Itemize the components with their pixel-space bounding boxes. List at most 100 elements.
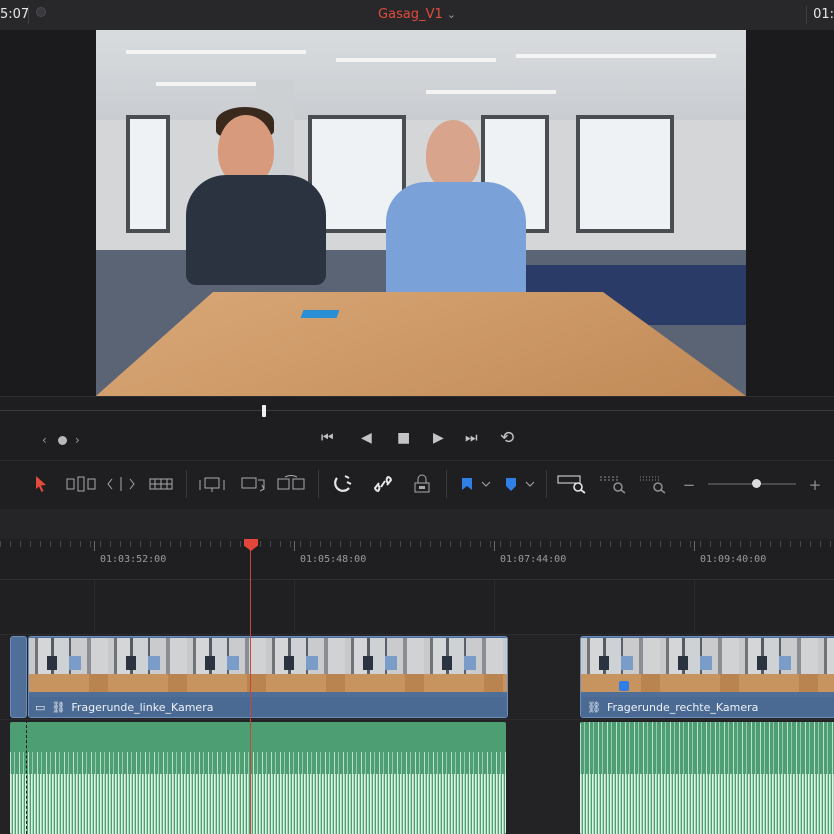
clip-label-bar: ▭ ⛓ Fragerunde_linke_Kamera: [29, 697, 507, 717]
zoom-full-glyph: [557, 475, 586, 494]
divider: [446, 470, 447, 498]
video-clip[interactable]: ⛓ Fragerunde_rechte_Kamera: [580, 636, 834, 718]
head: [426, 120, 480, 190]
selection-arrow-icon[interactable]: [30, 472, 52, 496]
timeline-header: [0, 509, 834, 539]
person-right: [376, 120, 526, 320]
scrubber-track[interactable]: [0, 410, 834, 411]
overwrite-clip-icon[interactable]: [240, 472, 266, 496]
ruler-major-tick: [494, 541, 495, 551]
linked-selection-icon[interactable]: [370, 472, 396, 496]
scene-card: [300, 310, 340, 318]
scene-light: [336, 58, 496, 62]
scene-window: [126, 115, 170, 233]
zoom-out-icon[interactable]: −: [682, 473, 696, 497]
stop-button[interactable]: ■: [397, 430, 410, 446]
scene-window: [576, 115, 674, 233]
video-clip-stub[interactable]: [10, 636, 27, 718]
ruler-major-tick: [294, 541, 295, 551]
audio-clip[interactable]: [580, 722, 834, 834]
jump-to-start-button[interactable]: ⏮: [321, 430, 334, 446]
trim-tool-icon[interactable]: [66, 472, 96, 496]
chevron-right-icon[interactable]: ›: [75, 433, 80, 447]
replace-glyph: [277, 475, 305, 490]
scene-light: [426, 90, 556, 94]
zoom-detail-glyph: [600, 476, 626, 494]
zoom-custom-icon[interactable]: [638, 472, 670, 496]
jump-to-end-button[interactable]: ⏭: [465, 430, 478, 446]
zoom-slider-handle[interactable]: [751, 479, 761, 488]
playhead-line[interactable]: [250, 548, 251, 834]
zoom-full-icon[interactable]: [556, 472, 588, 496]
transport-controls: [0, 424, 834, 460]
edit-point-line: [26, 720, 28, 834]
grid-line: [494, 580, 495, 632]
flag-glyph: [462, 478, 491, 490]
position-lock-icon[interactable]: [410, 472, 434, 496]
link-icon: ⛓: [587, 700, 601, 714]
zoom-custom-glyph: [640, 476, 666, 494]
clip-thumbnails: [29, 638, 507, 692]
blade-glyph: [149, 478, 173, 490]
scrubber-handle[interactable]: [262, 405, 266, 417]
arrow-glyph: [36, 476, 46, 492]
dynamic-trim-icon[interactable]: [106, 472, 136, 496]
scene-ceiling: [96, 30, 746, 120]
ruler-major-tick: [694, 541, 695, 551]
scene-light: [126, 50, 306, 54]
trim-glyph: [66, 476, 96, 492]
scene-light: [516, 54, 716, 58]
flag-icon[interactable]: [458, 472, 492, 496]
snapping-magnet-icon[interactable]: [330, 472, 356, 496]
audio-waveform-lower: [10, 774, 506, 834]
reverse-play-button[interactable]: ◀: [361, 430, 372, 446]
timecode-right: 01:: [813, 7, 834, 22]
ruler-timecode: 01:07:44:00: [500, 554, 567, 565]
loop-button[interactable]: ⟲: [500, 428, 514, 448]
clip-name: Fragerunde_rechte_Kamera: [606, 700, 759, 714]
ruler-major-tick: [94, 541, 95, 551]
chevron-left-icon[interactable]: ‹: [42, 433, 47, 447]
grid-line: [694, 580, 695, 632]
grid-line: [94, 580, 95, 632]
link-glyph: [373, 475, 393, 493]
clip-marker-icon[interactable]: [619, 681, 629, 691]
audio-clip[interactable]: [10, 722, 506, 834]
clip-name: Fragerunde_linke_Kamera: [71, 700, 214, 714]
clip-type-icon: ▭: [35, 700, 46, 714]
clip-label-bar: ⛓ Fragerunde_rechte_Kamera: [581, 697, 834, 717]
zoom-in-icon[interactable]: +: [808, 473, 822, 497]
video-clip[interactable]: ▭ ⛓ Fragerunde_linke_Kamera: [28, 636, 508, 718]
link-icon: ⛓: [51, 700, 66, 714]
zoom-detail-icon[interactable]: [598, 472, 630, 496]
overwrite-glyph: [241, 477, 265, 492]
shirt: [186, 175, 326, 285]
chevron-down-icon[interactable]: ⌄: [447, 8, 456, 21]
person-left: [186, 107, 326, 315]
marker-glyph: [506, 478, 535, 491]
project-title[interactable]: Gasag_V1 ⌄: [0, 7, 834, 22]
shirt: [386, 182, 526, 302]
lock-glyph: [414, 474, 430, 493]
grid-line: [294, 580, 295, 632]
insert-glyph: [199, 477, 225, 492]
ruler-timecode: 01:05:48:00: [300, 554, 367, 565]
marker-icon[interactable]: [502, 472, 536, 496]
divider: [186, 470, 187, 498]
magnet-glyph: [334, 475, 352, 492]
audio-waveform-lower: [580, 774, 834, 834]
divider: [546, 470, 547, 498]
dynamic-trim-glyph: [107, 477, 135, 491]
divider: [318, 470, 319, 498]
replace-clip-icon[interactable]: [276, 472, 306, 496]
play-button[interactable]: ▶: [433, 430, 444, 446]
ruler-ticks: [0, 541, 834, 547]
blade-tool-icon[interactable]: [148, 472, 174, 496]
project-title-text[interactable]: Gasag_V1: [378, 7, 443, 22]
ruler-timecode: 01:09:40:00: [700, 554, 767, 565]
viewer-frame: [96, 30, 746, 396]
insert-clip-icon[interactable]: [198, 472, 226, 496]
divider: [806, 6, 807, 24]
ruler-timecode: 01:03:52:00: [100, 554, 167, 565]
nav-dot-icon[interactable]: [58, 436, 67, 445]
